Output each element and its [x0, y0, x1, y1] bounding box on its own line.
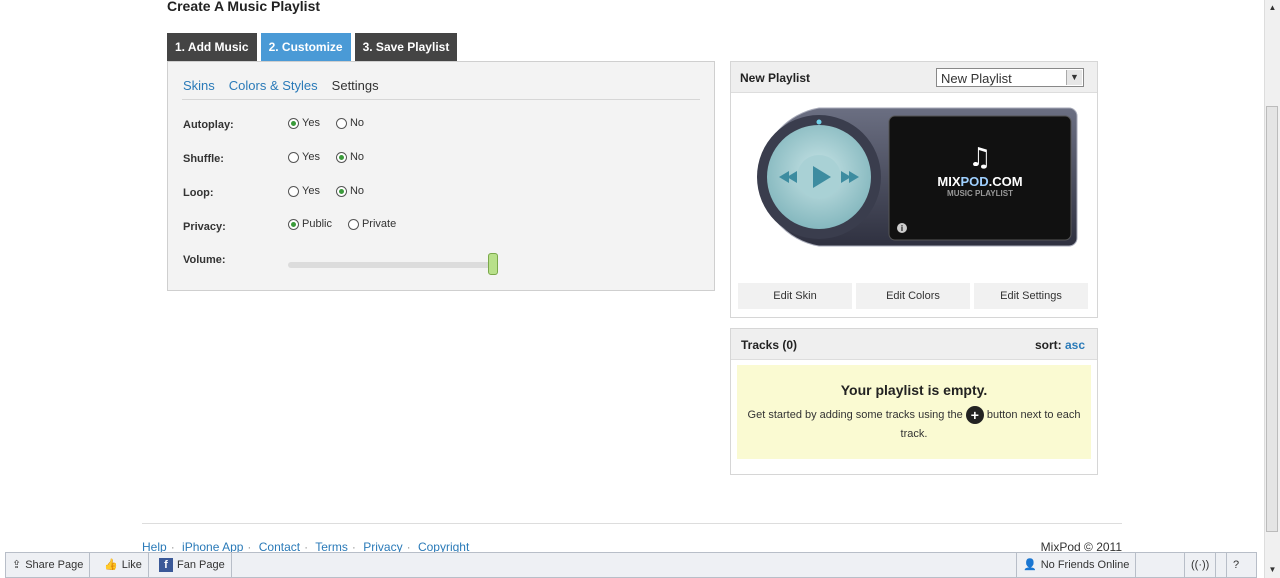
autoplay-yes-option[interactable]: Yes [288, 117, 320, 129]
autoplay-no-radio[interactable] [335, 117, 347, 129]
help-icon[interactable]: ? [1226, 553, 1245, 577]
shuffle-yes-label: Yes [302, 151, 320, 163]
like-label: Like [121, 559, 142, 571]
share-label: Share Page [25, 559, 84, 571]
add-icon: + [965, 406, 984, 425]
like-button[interactable]: 👍 Like [98, 553, 149, 577]
loop-label: Loop: [183, 187, 214, 199]
music-note-icon: ♫ [968, 143, 991, 173]
tracks-title: Tracks (0) [741, 338, 798, 352]
step-save-playlist[interactable]: 3. Save Playlist [354, 33, 458, 61]
shuffle-yes-option[interactable]: Yes [288, 151, 320, 163]
tracks-panel: Tracks (0) sort: asc Your playlist is em… [730, 328, 1098, 475]
tracks-header: Tracks (0) sort: asc [731, 329, 1097, 360]
loop-no-radio[interactable] [335, 185, 347, 197]
volume-slider-thumb[interactable] [488, 253, 498, 275]
volume-label: Volume: [183, 254, 226, 266]
edit-skin-button[interactable]: Edit Skin [738, 283, 852, 309]
share-icon: ⇪ [12, 559, 22, 571]
autoplay-yes-label: Yes [302, 117, 320, 129]
svg-text:i: i [901, 224, 903, 233]
tab-colors-styles[interactable]: Colors & Styles [229, 78, 318, 93]
privacy-private-option[interactable]: Private [347, 218, 397, 230]
shuffle-no-radio[interactable] [335, 151, 347, 163]
sort-label: sort: [1034, 338, 1062, 352]
shuffle-yes-radio[interactable] [288, 151, 299, 163]
page-title: Create A Music Playlist [167, 0, 321, 14]
playlist-preview-panel: New Playlist New Playlist ▼ ♫ MIXPOD.COM… [730, 61, 1098, 318]
friends-online-button[interactable]: 👤 No Friends Online [1016, 553, 1137, 577]
social-toolbar: ⇪ Share Page 👍 Like f Fan Page 👤 No Friends … [5, 552, 1257, 578]
shuffle-no-label: No [349, 151, 365, 163]
playlist-title: New Playlist [740, 71, 811, 85]
sort-asc-link[interactable]: asc [1065, 338, 1085, 352]
scroll-down-icon[interactable]: ▼ [1265, 562, 1280, 577]
privacy-private-label: Private [361, 218, 397, 230]
privacy-public-label: Public [302, 218, 332, 230]
empty-text-before: Get started by adding some tracks using … [747, 409, 963, 421]
divider [182, 99, 700, 100]
share-page-button[interactable]: ⇪ Share Page [6, 553, 91, 577]
privacy-private-radio[interactable] [347, 218, 359, 230]
indicator-dot [816, 119, 822, 125]
loop-options: Yes No [288, 185, 364, 197]
step-add-music[interactable]: 1. Add Music [167, 33, 257, 61]
fan-label: Fan Page [177, 559, 225, 571]
shuffle-no-option[interactable]: No [335, 151, 365, 163]
empty-text: Get started by adding some tracks using … [747, 406, 1081, 444]
footer-divider [142, 523, 1122, 524]
facebook-icon: f [159, 558, 173, 572]
autoplay-no-label: No [349, 117, 365, 129]
step-customize[interactable]: 2. Customize [260, 33, 351, 61]
tab-settings[interactable]: Settings [332, 78, 379, 93]
volume-slider[interactable] [288, 262, 498, 268]
loop-yes-radio[interactable] [288, 185, 299, 197]
playlist-select[interactable]: New Playlist ▼ [936, 68, 1084, 87]
loop-yes-option[interactable]: Yes [288, 185, 320, 197]
tab-skins[interactable]: Skins [183, 78, 215, 93]
scrollbar-thumb[interactable] [1266, 106, 1278, 532]
friends-label: No Friends Online [1040, 559, 1130, 571]
broadcast-icon[interactable]: ((·)) [1184, 553, 1217, 577]
loop-yes-label: Yes [302, 185, 320, 197]
loop-no-option[interactable]: No [335, 185, 365, 197]
edit-colors-button[interactable]: Edit Colors [856, 283, 970, 309]
thumbs-up-icon: 👍 [104, 559, 118, 571]
music-player-preview: ♫ MIXPOD.COM MUSIC PLAYLIST i [757, 107, 1078, 247]
privacy-public-option[interactable]: Public [288, 218, 332, 230]
step-tabs: 1. Add Music 2. Customize 3. Save Playli… [167, 33, 458, 61]
shuffle-options: Yes No [288, 151, 364, 163]
empty-heading: Your playlist is empty. [840, 382, 988, 398]
edit-settings-button[interactable]: Edit Settings [974, 283, 1088, 309]
scroll-up-icon[interactable]: ▲ [1265, 0, 1280, 15]
player-sub-text: MUSIC PLAYLIST [947, 189, 1013, 198]
chevron-down-icon[interactable]: ▼ [1066, 70, 1082, 85]
privacy-public-radio[interactable] [288, 218, 299, 230]
playlist-header: New Playlist New Playlist ▼ [731, 62, 1097, 93]
sort-control: sort: asc [1035, 338, 1085, 352]
person-icon: 👤 [1023, 559, 1037, 571]
loop-no-label: No [349, 185, 365, 197]
edit-buttons: Edit Skin Edit Colors Edit Settings [738, 283, 1088, 309]
privacy-label: Privacy: [183, 221, 226, 233]
shuffle-label: Shuffle: [183, 153, 224, 165]
privacy-options: Public Private [288, 218, 396, 230]
autoplay-no-option[interactable]: No [335, 117, 365, 129]
customize-panel: Skins Colors & Styles Settings Autoplay:… [167, 61, 715, 291]
player-brand-text: MIXPOD.COM [937, 174, 1022, 189]
empty-playlist-message: Your playlist is empty. Get started by a… [737, 365, 1091, 459]
autoplay-options: Yes No [288, 117, 364, 129]
subtabs: Skins Colors & Styles Settings [183, 78, 379, 93]
fan-page-button[interactable]: f Fan Page [153, 553, 232, 577]
playlist-select-value: New Playlist [941, 71, 1012, 86]
autoplay-label: Autoplay: [183, 119, 234, 131]
autoplay-yes-radio[interactable] [288, 117, 299, 129]
